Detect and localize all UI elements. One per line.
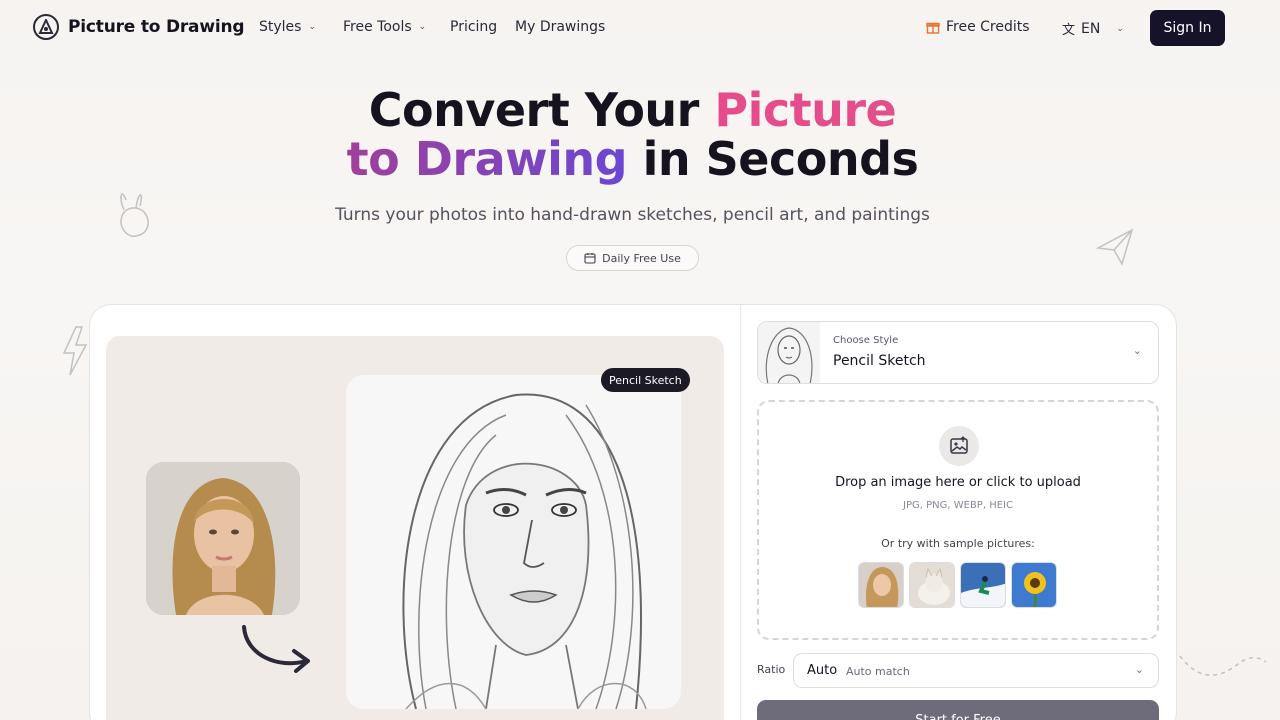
logo-icon: [33, 14, 59, 40]
hero-subtitle: Turns your photos into hand-drawn sketch…: [335, 205, 930, 225]
panel-divider: [740, 305, 741, 720]
upload-title: Drop an image here or click to upload: [835, 475, 1081, 490]
start-for-free-button[interactable]: Start for Free: [757, 700, 1159, 720]
chevron-down-icon: ⌄: [1134, 663, 1144, 676]
ratio-value: Auto: [807, 663, 838, 678]
nav-my-drawings[interactable]: My Drawings: [515, 19, 605, 35]
brand-logo[interactable]: Picture to Drawing: [33, 14, 245, 40]
nav-free-tools-label: Free Tools: [343, 19, 412, 35]
free-credits-link[interactable]: Free Credits: [926, 19, 1030, 35]
hero-title-part2: in Seconds: [627, 132, 919, 186]
chevron-down-icon: ⌄: [1132, 344, 1142, 357]
translate-icon: 文: [1062, 23, 1076, 38]
sample-label: Or try with sample pictures:: [881, 537, 1035, 550]
daily-free-badge: Daily Free Use: [566, 245, 699, 271]
demo-preview: Pencil Sketch: [106, 336, 724, 720]
dashed-curve-icon: [1179, 655, 1267, 676]
image-upload-icon: [939, 426, 979, 466]
nav-styles[interactable]: Styles ⌄: [259, 19, 316, 35]
hero-title: Convert Your Picture to Drawing in Secon…: [0, 86, 1265, 184]
nav-styles-label: Styles: [259, 19, 302, 35]
hero-title-part1: Convert Your: [368, 83, 715, 137]
ratio-subtext: Auto match: [846, 665, 910, 678]
upload-dropzone[interactable]: Drop an image here or click to upload JP…: [757, 400, 1159, 640]
style-badge: Pencil Sketch: [601, 368, 690, 392]
top-nav: Picture to Drawing Styles ⌄ Free Tools ⌄ P…: [0, 0, 1280, 56]
chevron-down-icon: ⌄: [308, 22, 317, 32]
daily-free-label: Daily Free Use: [602, 251, 681, 265]
language-selector[interactable]: 文 EN ⌄: [1062, 19, 1124, 39]
style-thumbnail: [758, 322, 820, 383]
curved-arrow-icon: [242, 625, 310, 673]
sample-sunflower[interactable]: [1011, 562, 1057, 608]
language-label: EN: [1081, 20, 1101, 37]
calendar-icon: [584, 253, 596, 264]
chevron-down-icon: ⌄: [1116, 23, 1124, 34]
hero-title-highlight2: to Drawing: [346, 132, 628, 186]
nav-pricing[interactable]: Pricing: [450, 19, 497, 35]
sample-cat[interactable]: [909, 562, 955, 608]
sample-skier[interactable]: [960, 562, 1006, 608]
ratio-label: Ratio: [757, 663, 786, 676]
style-value: Pencil Sketch: [833, 353, 926, 369]
chevron-down-icon: ⌄: [418, 22, 427, 32]
brand-name: Picture to Drawing: [68, 17, 245, 37]
style-selector[interactable]: Choose Style Pencil Sketch ⌄: [757, 321, 1159, 384]
free-credits-label: Free Credits: [946, 19, 1030, 35]
paper-plane-icon: [1096, 228, 1134, 266]
sketch-result: [346, 375, 681, 709]
upload-formats: JPG, PNG, WEBP, HEIC: [903, 500, 1013, 511]
style-label: Choose Style: [833, 335, 899, 346]
nav-my-drawings-label: My Drawings: [515, 19, 606, 35]
nav-pricing-label: Pricing: [450, 19, 498, 35]
ratio-selector[interactable]: Auto Auto match ⌄: [793, 653, 1159, 688]
gift-icon: [926, 22, 940, 34]
sign-in-button[interactable]: Sign In: [1150, 10, 1225, 46]
hero-title-highlight1: Picture: [714, 83, 897, 137]
lightning-doodle-icon: [62, 326, 88, 376]
sample-woman-portrait[interactable]: [858, 562, 904, 608]
sample-pictures: [858, 562, 1057, 608]
sample-photo: [146, 462, 300, 615]
nav-free-tools[interactable]: Free Tools ⌄: [343, 19, 426, 35]
